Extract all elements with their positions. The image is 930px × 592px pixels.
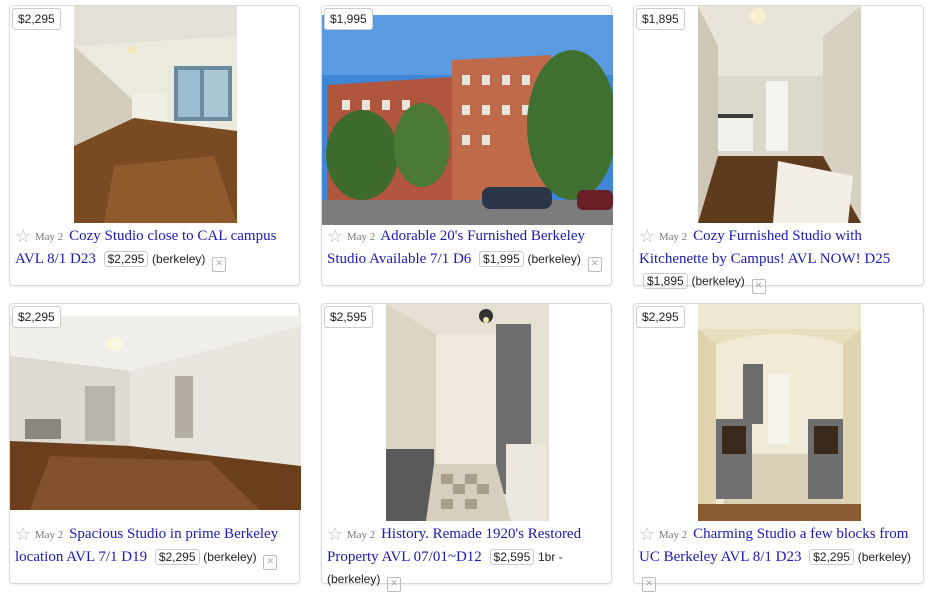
star-icon[interactable]: ☆ <box>15 524 31 545</box>
listing-info: ☆ May 2 Cozy Furnished Studio with Kitch… <box>639 225 917 294</box>
listing-card[interactable]: $2,595 ☆ May 2 History. Remade 1920's Re… <box>321 303 612 592</box>
listing-date: May 2 <box>34 231 64 243</box>
listing-photo[interactable] <box>322 15 613 225</box>
listing-card[interactable]: $1,895 ☆ May 2 Cozy Furnished Studio wit… <box>633 5 924 294</box>
listing-date: May 2 <box>658 529 688 541</box>
listing-price: $2,295 <box>154 549 200 565</box>
star-icon[interactable]: ☆ <box>639 524 655 545</box>
listing-photo[interactable] <box>386 304 549 521</box>
listing-photo[interactable] <box>698 304 861 521</box>
listing-neighborhood: (berkeley) <box>691 274 745 288</box>
hide-listing-icon[interactable]: ✕ <box>263 555 278 570</box>
star-icon[interactable]: ☆ <box>327 524 343 545</box>
price-badge: $1,995 <box>324 8 373 30</box>
listing-info: ☆ May 2 Cozy Studio close to CAL campus … <box>15 225 293 272</box>
star-icon[interactable]: ☆ <box>639 226 655 247</box>
listing-photo[interactable] <box>698 6 861 223</box>
star-icon[interactable]: ☆ <box>327 226 343 247</box>
listing-info: ☆ May 2 Adorable 20's Furnished Berkeley… <box>327 225 605 272</box>
listing-price: $2,295 <box>103 251 149 267</box>
listing-card[interactable]: $2,295 ☆ May 2 Charming Studio a few blo… <box>633 303 924 592</box>
hide-listing-icon[interactable]: ✕ <box>587 257 602 272</box>
price-badge: $2,295 <box>12 8 61 30</box>
listing-info: ☆ May 2 History. Remade 1920's Restored … <box>327 523 605 592</box>
hide-listing-icon[interactable]: ✕ <box>387 577 402 592</box>
hide-listing-icon[interactable]: ✕ <box>751 279 766 294</box>
listing-neighborhood: (berkeley) <box>327 572 381 586</box>
listing-date: May 2 <box>346 231 376 243</box>
listing-card[interactable]: $1,995 ☆ May 2 Adorable 20's Furnished B… <box>321 5 613 286</box>
listing-neighborhood: (berkeley) <box>857 550 912 564</box>
listing-price: $1,995 <box>479 251 524 267</box>
listing-price: $2,295 <box>809 549 854 565</box>
listing-date: May 2 <box>34 529 64 541</box>
listing-info: ☆ May 2 Spacious Studio in prime Berkele… <box>15 523 293 570</box>
listing-price: $1,895 <box>643 273 688 289</box>
price-badge: $2,295 <box>12 306 61 328</box>
listing-info: ☆ May 2 Charming Studio a few blocks fro… <box>639 523 917 592</box>
listing-photo[interactable] <box>10 316 301 510</box>
listing-neighborhood: (berkeley) <box>152 252 206 266</box>
hide-listing-icon[interactable]: ✕ <box>642 577 656 592</box>
star-icon[interactable]: ☆ <box>15 226 31 247</box>
listing-photo[interactable] <box>74 6 237 223</box>
listing-bedrooms: 1br - <box>538 550 563 564</box>
price-badge: $2,595 <box>324 306 373 328</box>
price-badge: $1,895 <box>636 8 685 30</box>
listing-card[interactable]: $2,295 ☆ May 2 Spacious Studio in prime … <box>9 303 301 584</box>
price-badge: $2,295 <box>636 306 685 328</box>
listing-date: May 2 <box>658 231 688 243</box>
listing-neighborhood: (berkeley) <box>203 550 257 564</box>
listing-price: $2,595 <box>489 549 535 565</box>
listing-date: May 2 <box>346 529 376 541</box>
listing-card[interactable]: $2,295 ☆ May 2 Cozy Studio close to CAL … <box>9 5 300 286</box>
hide-listing-icon[interactable]: ✕ <box>212 257 227 272</box>
listing-neighborhood: (berkeley) <box>527 252 581 266</box>
